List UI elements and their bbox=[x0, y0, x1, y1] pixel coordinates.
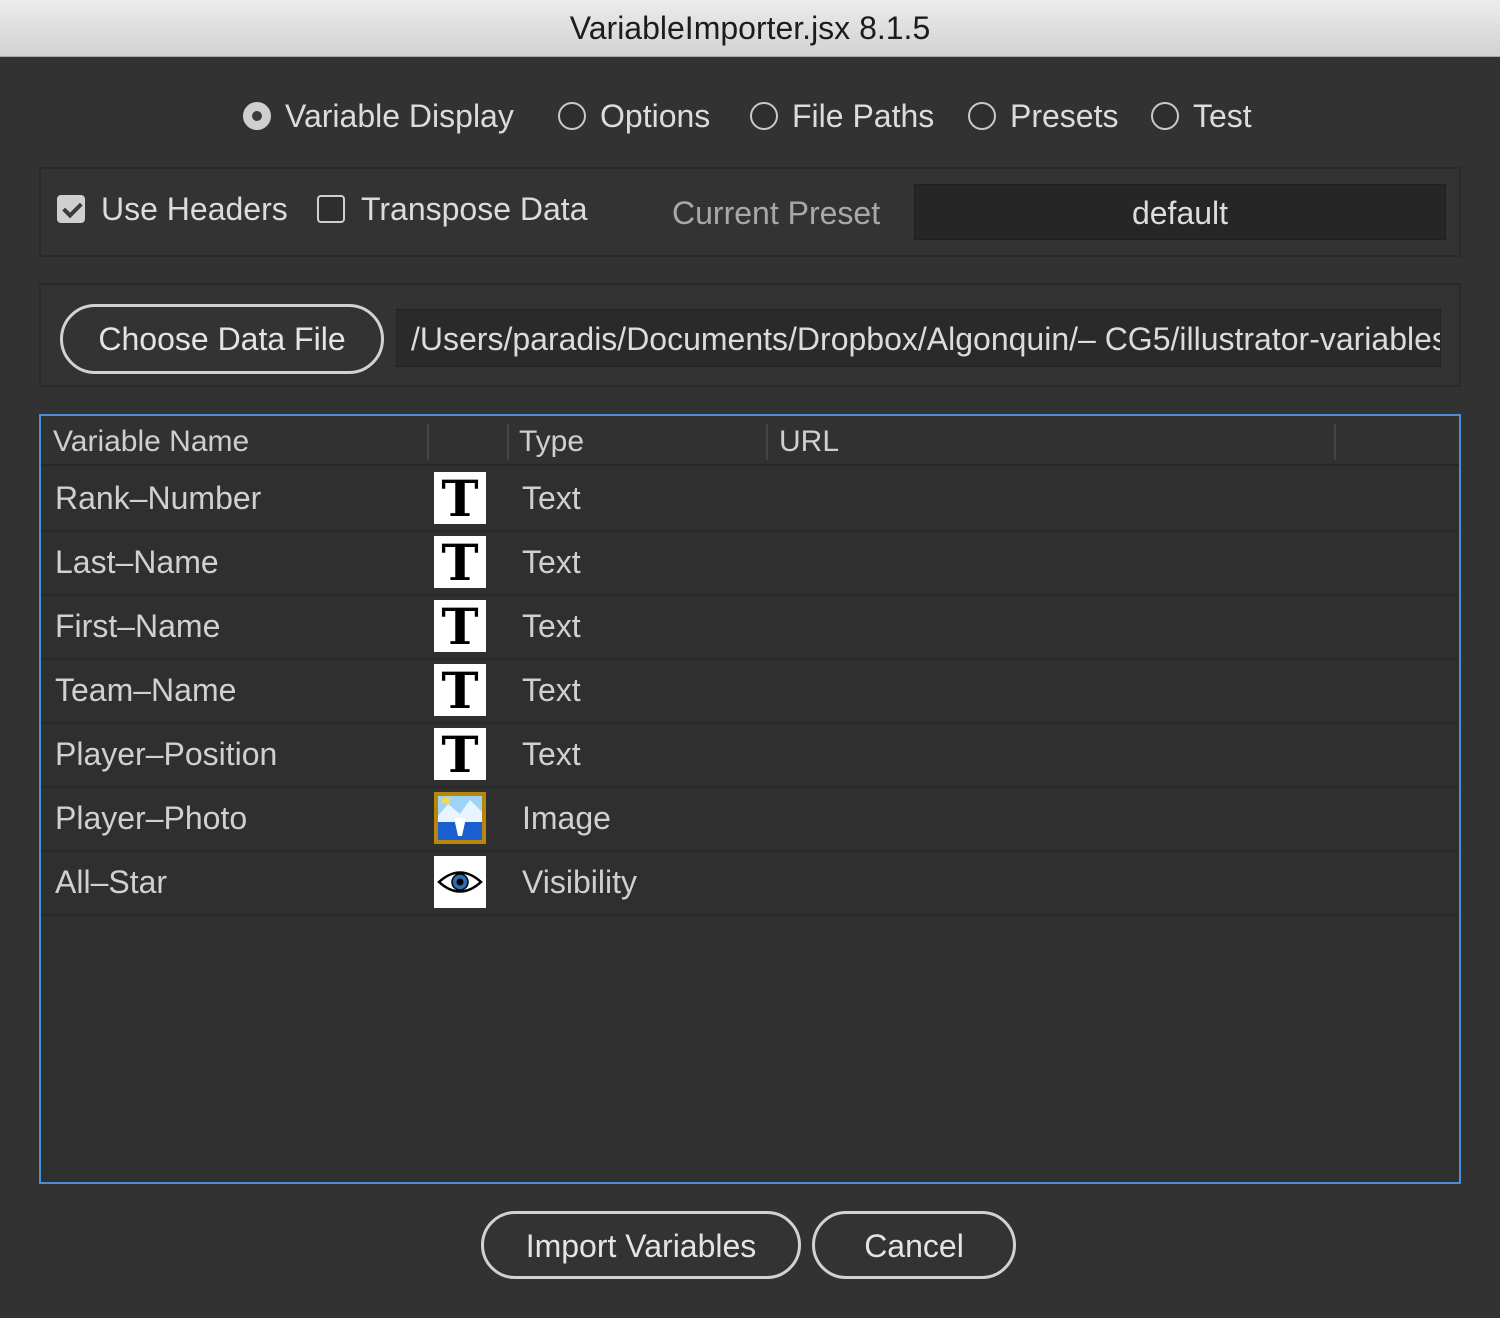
variable-name: Team–Name bbox=[55, 672, 237, 708]
use-headers-label: Use Headers bbox=[101, 190, 288, 227]
table-row[interactable]: Player–Photo Image bbox=[41, 786, 1459, 852]
tab-test[interactable]: Test bbox=[1151, 92, 1252, 140]
current-preset-field[interactable]: default bbox=[914, 184, 1446, 240]
table-row[interactable]: Player–Position T Text bbox=[41, 722, 1459, 788]
header-type[interactable]: Type bbox=[519, 416, 584, 464]
use-headers-checkbox[interactable]: Use Headers bbox=[57, 187, 288, 231]
transpose-data-checkbox[interactable]: Transpose Data bbox=[317, 187, 587, 231]
radio-icon bbox=[750, 102, 778, 130]
variable-type: Text bbox=[522, 480, 581, 516]
tab-label: File Paths bbox=[792, 97, 935, 134]
table-row[interactable]: All–Star Visibility bbox=[41, 850, 1459, 916]
checkbox-icon bbox=[317, 195, 345, 223]
variable-name: Rank–Number bbox=[55, 480, 262, 516]
radio-icon bbox=[968, 102, 996, 130]
text-type-icon: T bbox=[434, 728, 486, 781]
variable-name: All–Star bbox=[55, 864, 168, 900]
tab-file-paths[interactable]: File Paths bbox=[750, 92, 934, 140]
column-divider[interactable] bbox=[427, 424, 429, 460]
tab-label: Options bbox=[600, 97, 711, 134]
header-url[interactable]: URL bbox=[779, 416, 839, 464]
table-row[interactable]: Last–Name T Text bbox=[41, 530, 1459, 596]
variable-type: Visibility bbox=[522, 864, 637, 900]
variable-name: Player–Photo bbox=[55, 800, 248, 836]
radio-selected-icon bbox=[243, 102, 271, 130]
variable-type: Image bbox=[522, 800, 611, 836]
tab-label: Test bbox=[1193, 97, 1252, 134]
radio-icon bbox=[1151, 102, 1179, 130]
transpose-data-label: Transpose Data bbox=[361, 190, 588, 227]
choose-data-file-button[interactable]: Choose Data File bbox=[60, 304, 384, 374]
tab-label: Presets bbox=[1010, 97, 1119, 134]
variable-name: Player–Position bbox=[55, 736, 278, 772]
tab-presets[interactable]: Presets bbox=[968, 92, 1118, 140]
variable-name: Last–Name bbox=[55, 544, 219, 580]
eye-icon bbox=[434, 856, 486, 908]
column-divider[interactable] bbox=[507, 424, 509, 460]
window-title: VariableImporter.jsx 8.1.5 bbox=[0, 0, 1500, 57]
variable-type: Text bbox=[522, 608, 581, 644]
data-file-path-field[interactable]: /Users/paradis/Documents/Dropbox/Algonqu… bbox=[396, 309, 1441, 367]
data-file-panel: Choose Data File /Users/paradis/Document… bbox=[39, 283, 1461, 387]
table-row[interactable]: First–Name T Text bbox=[41, 594, 1459, 660]
tab-label: Variable Display bbox=[285, 97, 514, 134]
image-type-icon bbox=[434, 792, 486, 844]
variable-type: Text bbox=[522, 736, 581, 772]
variable-name: First–Name bbox=[55, 608, 221, 644]
variable-type: Text bbox=[522, 672, 581, 708]
table-row[interactable]: Rank–Number T Text bbox=[41, 466, 1459, 532]
text-type-icon: T bbox=[434, 472, 486, 525]
text-type-icon: T bbox=[434, 664, 486, 717]
import-variables-button[interactable]: Import Variables bbox=[481, 1211, 801, 1279]
tab-radio-group: Variable Display Options File Paths Pres… bbox=[0, 92, 1500, 140]
column-divider[interactable] bbox=[766, 424, 768, 460]
tab-variable-display[interactable]: Variable Display bbox=[243, 92, 514, 140]
text-type-icon: T bbox=[434, 600, 486, 653]
variable-type: Text bbox=[522, 544, 581, 580]
list-header: Variable Name Type URL bbox=[41, 416, 1459, 466]
cancel-button[interactable]: Cancel bbox=[812, 1211, 1016, 1279]
radio-icon bbox=[558, 102, 586, 130]
options-panel: Use Headers Transpose Data Current Prese… bbox=[39, 167, 1461, 257]
column-divider[interactable] bbox=[1334, 424, 1336, 460]
header-variable-name[interactable]: Variable Name bbox=[53, 416, 249, 464]
current-preset-label: Current Preset bbox=[672, 195, 881, 231]
table-row[interactable]: Team–Name T Text bbox=[41, 658, 1459, 724]
text-type-icon: T bbox=[434, 536, 486, 589]
tab-options[interactable]: Options bbox=[558, 92, 710, 140]
variable-list[interactable]: Variable Name Type URL Rank–Number T Tex… bbox=[39, 414, 1461, 1184]
checkbox-checked-icon bbox=[57, 195, 85, 223]
